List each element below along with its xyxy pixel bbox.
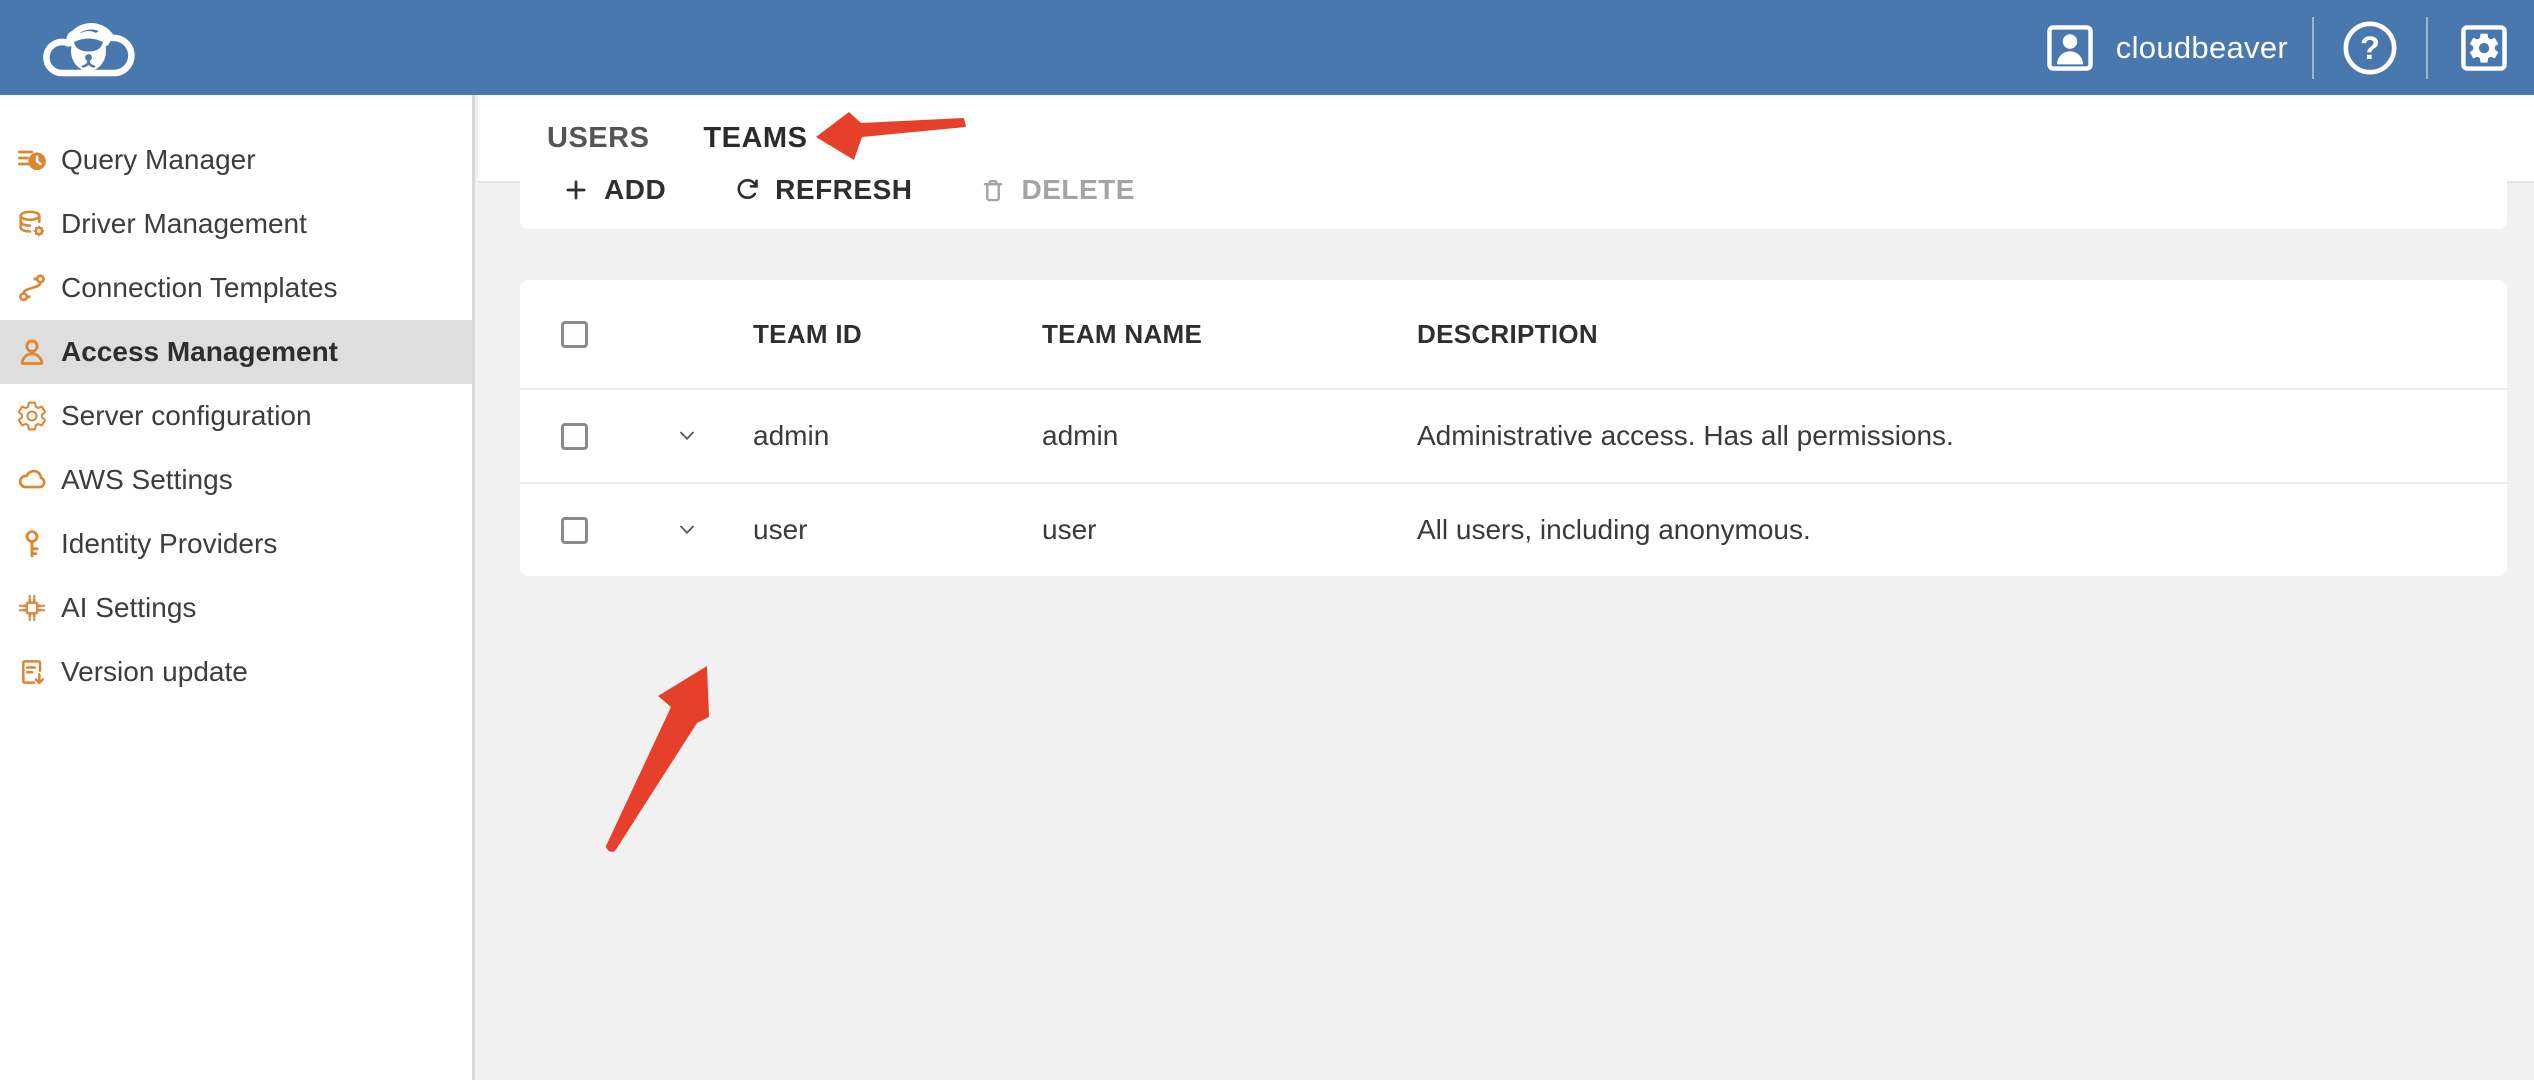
query-manager-icon <box>14 142 50 178</box>
table-header-row: TEAM ID TEAM NAME DESCRIPTION <box>520 280 2507 388</box>
driver-management-icon <box>14 206 50 242</box>
column-header-team-name: TEAM NAME <box>1042 319 1417 350</box>
sidebar-item-access-management[interactable]: Access Management <box>0 320 472 384</box>
row-checkbox[interactable] <box>561 517 588 544</box>
main-content: USERS TEAMS ADD REFRESH <box>478 95 2534 1080</box>
select-all-checkbox[interactable] <box>561 321 588 348</box>
cloudbeaver-logo <box>36 10 140 86</box>
cell-description: All users, including anonymous. <box>1417 514 2507 546</box>
chevron-down-icon[interactable] <box>672 421 753 451</box>
user-label: cloudbeaver <box>2116 30 2288 66</box>
chevron-down-icon[interactable] <box>672 515 753 545</box>
sidebar-item-label: Identity Providers <box>61 528 277 560</box>
sidebar-item-label: Access Management <box>61 336 338 368</box>
button-label: ADD <box>604 174 666 206</box>
tab-label: USERS <box>547 122 649 155</box>
cell-team-id: user <box>753 514 1042 546</box>
sidebar-item-connection-templates[interactable]: Connection Templates <box>0 256 472 320</box>
plus-icon <box>561 175 591 205</box>
sidebar-item-query-manager[interactable]: Query Manager <box>0 128 472 192</box>
add-button[interactable]: ADD <box>561 174 666 206</box>
refresh-button[interactable]: REFRESH <box>732 174 912 206</box>
svg-text:?: ? <box>2360 29 2380 66</box>
cell-description: Administrative access. Has all permissio… <box>1417 420 2507 452</box>
help-icon: ? <box>2341 19 2399 77</box>
access-management-icon <box>14 334 50 370</box>
settings-button[interactable] <box>2452 16 2516 80</box>
column-header-description: DESCRIPTION <box>1417 319 2507 350</box>
version-update-icon <box>14 654 50 690</box>
refresh-icon <box>732 175 762 205</box>
sidebar-item-version-update[interactable]: Version update <box>0 640 472 704</box>
sidebar-item-server-configuration[interactable]: Server configuration <box>0 384 472 448</box>
delete-button[interactable]: DELETE <box>978 174 1134 206</box>
sidebar-item-label: Server configuration <box>61 400 312 432</box>
aws-cloud-icon <box>14 462 50 498</box>
sidebar-item-label: Query Manager <box>61 144 256 176</box>
button-label: DELETE <box>1021 174 1134 206</box>
button-label: REFRESH <box>775 174 912 206</box>
header-divider <box>2312 17 2314 79</box>
identity-key-icon <box>14 526 50 562</box>
server-configuration-icon <box>14 398 50 434</box>
sidebar-item-aws-settings[interactable]: AWS Settings <box>0 448 472 512</box>
trash-icon <box>978 175 1008 205</box>
help-button[interactable]: ? <box>2338 16 2402 80</box>
app-header: cloudbeaver ? <box>0 0 2534 95</box>
sidebar-item-label: AI Settings <box>61 592 196 624</box>
sidebar-item-label: Version update <box>61 656 248 688</box>
connection-templates-icon <box>14 270 50 306</box>
sidebar-item-identity-providers[interactable]: Identity Providers <box>0 512 472 576</box>
sidebar-item-label: AWS Settings <box>61 464 233 496</box>
sidebar-item-driver-management[interactable]: Driver Management <box>0 192 472 256</box>
admin-sidebar: Query Manager Driver Management <box>0 95 475 1080</box>
row-checkbox[interactable] <box>561 423 588 450</box>
cell-team-name: admin <box>1042 420 1417 452</box>
cell-team-name: user <box>1042 514 1417 546</box>
teams-toolbar: ADD REFRESH DELETE <box>520 151 2507 229</box>
table-row-user[interactable]: user user All users, including anonymous… <box>520 482 2507 576</box>
settings-gear-icon <box>2456 20 2512 76</box>
cell-team-id: admin <box>753 420 1042 452</box>
sidebar-item-label: Driver Management <box>61 208 307 240</box>
tab-label: TEAMS <box>703 122 807 155</box>
header-divider <box>2426 17 2428 79</box>
teams-table: TEAM ID TEAM NAME DESCRIPTION admin admi… <box>520 280 2507 576</box>
sidebar-item-label: Connection Templates <box>61 272 338 304</box>
column-header-team-id: TEAM ID <box>753 319 1042 350</box>
user-menu[interactable]: cloudbeaver <box>2042 20 2288 76</box>
sidebar-item-ai-settings[interactable]: AI Settings <box>0 576 472 640</box>
user-avatar-icon <box>2042 20 2098 76</box>
ai-chip-icon <box>14 590 50 626</box>
table-row-admin[interactable]: admin admin Administrative access. Has a… <box>520 388 2507 482</box>
